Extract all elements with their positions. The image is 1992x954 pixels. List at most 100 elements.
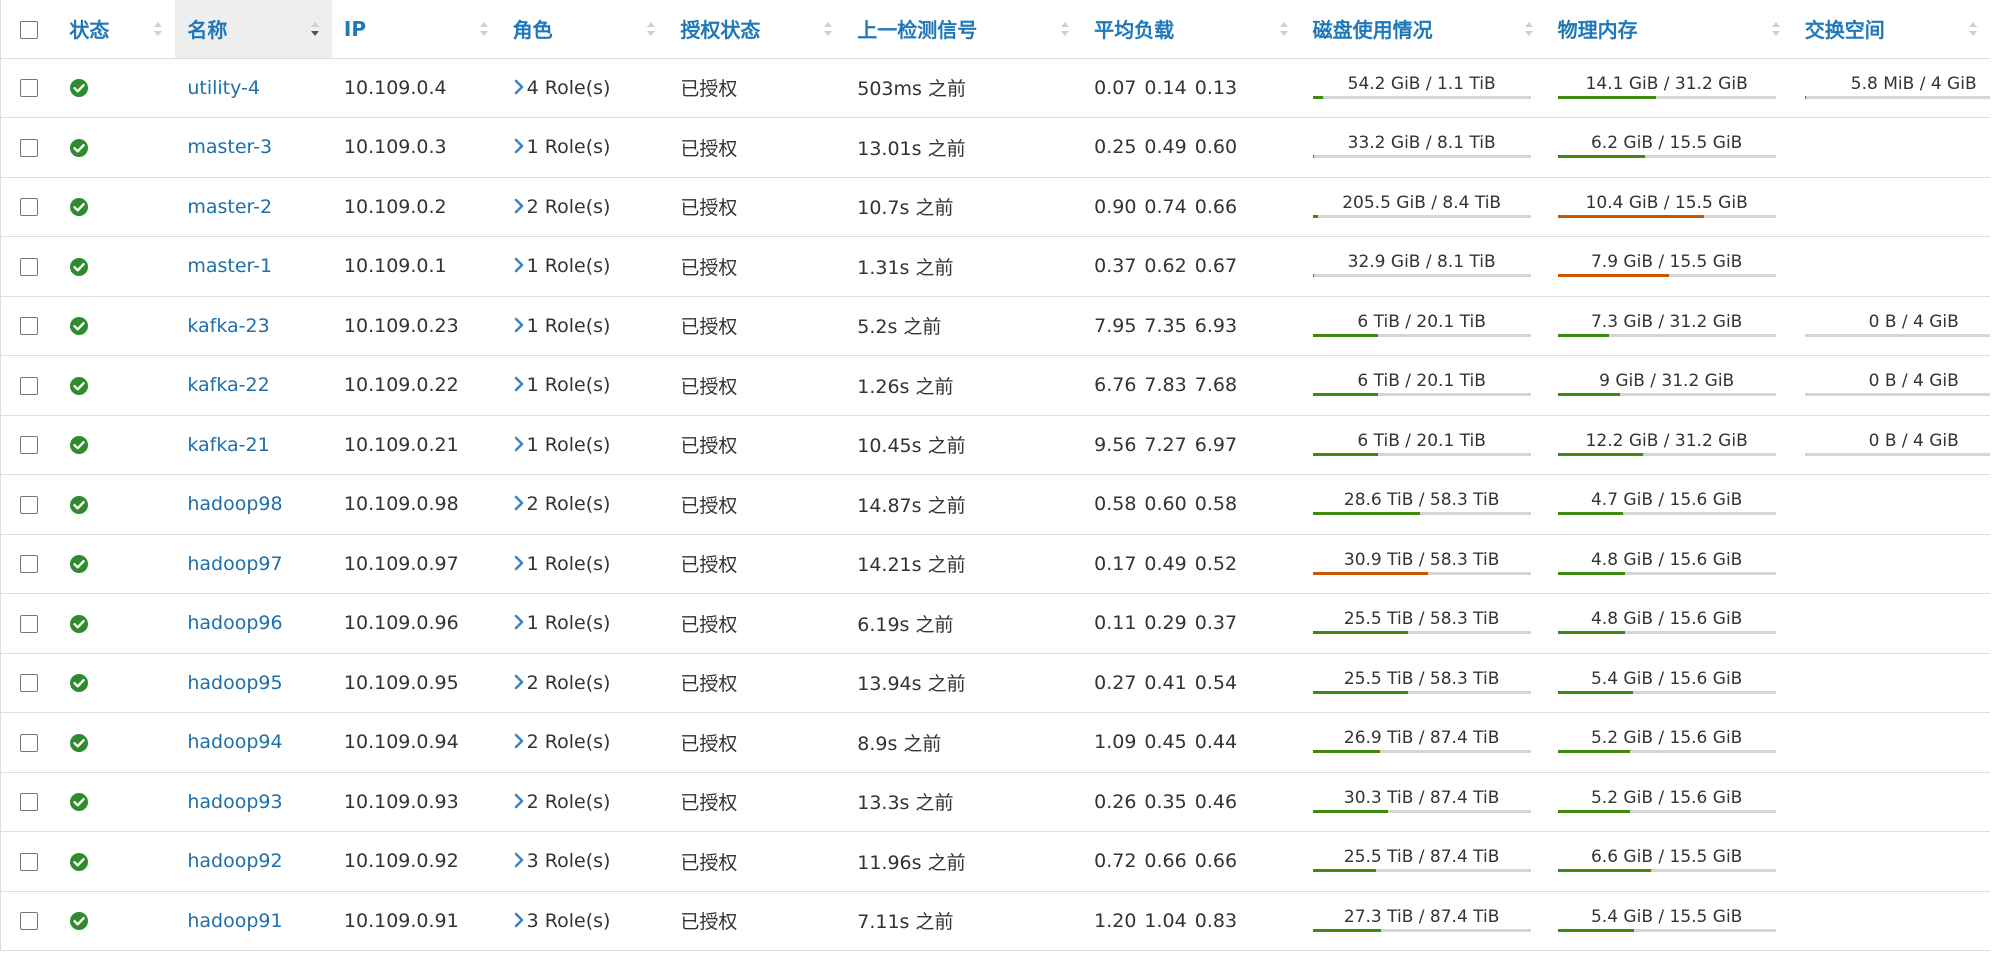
chevron-right-icon[interactable] (513, 197, 525, 215)
row-checkbox[interactable] (20, 555, 39, 574)
chevron-right-icon[interactable] (513, 851, 525, 869)
row-checkbox[interactable] (20, 79, 39, 98)
chevron-right-icon[interactable] (513, 673, 525, 691)
ip-text: 10.109.0.1 (343, 255, 447, 278)
roles-cell[interactable]: 1 Role(s) (500, 415, 669, 475)
column-header-load[interactable]: 平均负载 (1082, 0, 1301, 59)
roles-cell[interactable]: 1 Role(s) (500, 534, 669, 594)
roles-cell[interactable]: 2 Role(s) (500, 653, 669, 713)
roles-text: 1 Role(s) (526, 612, 611, 635)
table-row[interactable]: utility-4 10.109.0.4 4 Role(s) 已授权 503ms… (0, 58, 1990, 118)
table-row[interactable]: hadoop92 10.109.0.92 3 Role(s) 已授权 11.96… (0, 831, 1990, 892)
column-header-label: 平均负载 (1094, 18, 1175, 43)
row-checkbox[interactable] (20, 614, 39, 633)
chevron-right-icon[interactable] (513, 375, 525, 393)
table-row[interactable]: hadoop96 10.109.0.96 1 Role(s) 已授权 6.19s… (0, 593, 1990, 654)
status-cell (57, 891, 176, 951)
host-link[interactable]: kafka-22 (187, 374, 269, 396)
memory-usage-bar: 4.7 GiB / 15.6 GiB (1557, 489, 1776, 516)
roles-cell[interactable]: 1 Role(s) (500, 117, 669, 178)
host-link[interactable]: hadoop93 (187, 791, 282, 813)
row-checkbox[interactable] (20, 257, 39, 276)
table-row[interactable]: master-2 10.109.0.2 2 Role(s) 已授权 10.7s … (0, 177, 1990, 237)
table-row[interactable]: master-1 10.109.0.1 1 Role(s) 已授权 1.31s … (0, 236, 1990, 297)
bar-fill (1312, 571, 1429, 575)
column-header-roles[interactable]: 角色 (500, 0, 669, 59)
sort-icon (1771, 21, 1781, 37)
auth-cell: 已授权 (668, 177, 846, 237)
chevron-right-icon[interactable] (513, 435, 525, 453)
host-link[interactable]: hadoop92 (187, 850, 282, 872)
host-link[interactable]: hadoop96 (187, 612, 282, 634)
row-checkbox[interactable] (20, 733, 39, 752)
roles-cell[interactable]: 3 Role(s) (500, 891, 669, 951)
chevron-right-icon[interactable] (513, 78, 525, 96)
row-checkbox[interactable] (20, 912, 39, 931)
table-row[interactable]: kafka-22 10.109.0.22 1 Role(s) 已授权 1.26s… (0, 355, 1990, 416)
row-checkbox[interactable] (20, 436, 39, 455)
chevron-right-icon[interactable] (513, 732, 525, 750)
chevron-right-icon[interactable] (513, 256, 525, 274)
row-checkbox[interactable] (20, 376, 39, 395)
roles-cell[interactable]: 2 Role(s) (500, 177, 669, 237)
row-checkbox[interactable] (20, 495, 39, 514)
table-row[interactable]: hadoop93 10.109.0.93 2 Role(s) 已授权 13.3s… (0, 772, 1990, 832)
roles-cell[interactable]: 1 Role(s) (500, 593, 669, 654)
roles-cell[interactable]: 1 Role(s) (500, 296, 669, 356)
roles-cell[interactable]: 1 Role(s) (500, 355, 669, 416)
column-header-ip[interactable]: IP (331, 0, 501, 59)
table-row[interactable]: hadoop97 10.109.0.97 1 Role(s) 已授权 14.21… (0, 534, 1990, 594)
chevron-right-icon[interactable] (513, 554, 525, 572)
column-header-auth[interactable]: 授权状态 (668, 0, 846, 59)
chevron-right-icon[interactable] (513, 613, 525, 631)
host-link[interactable]: hadoop94 (187, 731, 282, 753)
table-row[interactable]: hadoop94 10.109.0.94 2 Role(s) 已授权 8.9s … (0, 712, 1990, 773)
row-checkbox[interactable] (20, 138, 39, 157)
row-checkbox[interactable] (20, 674, 39, 693)
roles-cell[interactable]: 2 Role(s) (500, 712, 669, 773)
host-link[interactable]: hadoop95 (187, 672, 282, 694)
table-row[interactable]: master-3 10.109.0.3 1 Role(s) 已授权 13.01s… (0, 117, 1990, 178)
chevron-right-icon[interactable] (513, 316, 525, 334)
disk-usage-bar: 6 TiB / 20.1 TiB (1312, 370, 1531, 397)
host-link[interactable]: hadoop97 (187, 553, 282, 575)
host-link[interactable]: utility-4 (187, 77, 260, 99)
select-all-checkbox[interactable] (20, 21, 39, 40)
row-checkbox[interactable] (20, 793, 39, 812)
chevron-right-icon[interactable] (513, 494, 525, 512)
table-row[interactable]: hadoop98 10.109.0.98 2 Role(s) 已授权 14.87… (0, 474, 1990, 535)
select-cell (0, 415, 58, 475)
roles-cell[interactable]: 2 Role(s) (500, 772, 669, 832)
roles-cell[interactable]: 2 Role(s) (500, 474, 669, 535)
column-header-memory[interactable]: 物理内存 (1545, 0, 1793, 59)
table-row[interactable]: kafka-23 10.109.0.23 1 Role(s) 已授权 5.2s … (0, 296, 1990, 356)
host-link[interactable]: master-2 (187, 196, 272, 218)
roles-cell[interactable]: 3 Role(s) (500, 831, 669, 892)
chevron-right-icon[interactable] (513, 137, 525, 155)
load-cell: 0.11 0.29 0.37 (1082, 593, 1301, 654)
auth-status-text: 已授权 (680, 316, 738, 339)
column-header-swap[interactable]: 交换空间 (1792, 0, 1990, 59)
host-link[interactable]: master-3 (187, 136, 272, 158)
chevron-right-icon[interactable] (513, 911, 525, 929)
chevron-right-icon[interactable] (513, 792, 525, 810)
host-link[interactable]: kafka-21 (187, 434, 269, 456)
row-checkbox[interactable] (20, 317, 39, 336)
table-row[interactable]: kafka-21 10.109.0.21 1 Role(s) 已授权 10.45… (0, 415, 1990, 475)
table-row[interactable]: hadoop95 10.109.0.95 2 Role(s) 已授权 13.94… (0, 653, 1990, 713)
roles-cell[interactable]: 1 Role(s) (500, 236, 669, 297)
table-row[interactable]: hadoop91 10.109.0.91 3 Role(s) 已授权 7.11s… (0, 891, 1990, 951)
status-cell (57, 593, 176, 654)
column-header-disk[interactable]: 磁盘使用情况 (1300, 0, 1546, 59)
row-checkbox[interactable] (20, 852, 39, 871)
roles-cell[interactable]: 4 Role(s) (500, 58, 669, 118)
row-checkbox[interactable] (20, 198, 39, 217)
column-header-name[interactable]: 名称 (175, 0, 332, 59)
host-link[interactable]: master-1 (187, 255, 272, 277)
host-link[interactable]: kafka-23 (187, 315, 269, 337)
host-link[interactable]: hadoop98 (187, 493, 282, 515)
column-header-status[interactable]: 状态 (57, 0, 176, 59)
memory-cell: 5.4 GiB / 15.6 GiB (1545, 653, 1793, 713)
host-link[interactable]: hadoop91 (187, 910, 282, 932)
column-header-heartbeat[interactable]: 上一检测信号 (845, 0, 1083, 59)
